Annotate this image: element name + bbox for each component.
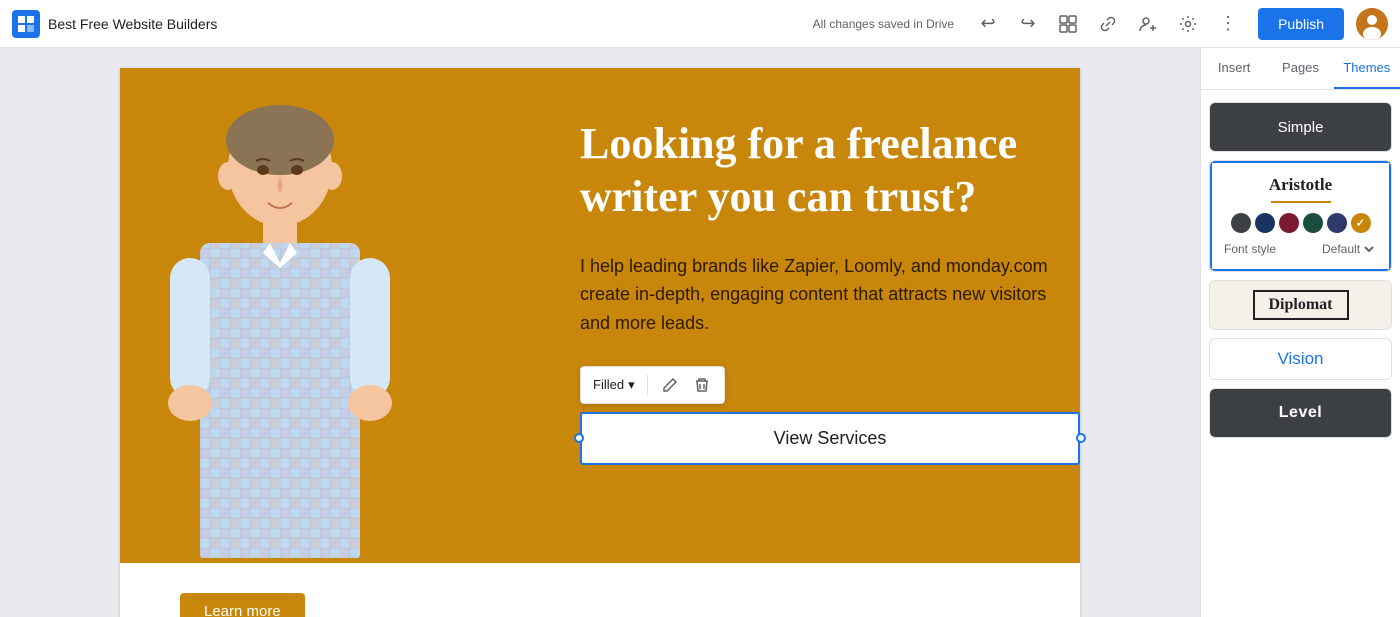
color-dot-amber[interactable] xyxy=(1351,213,1371,233)
theme-card-simple[interactable]: Simple xyxy=(1209,102,1392,152)
app-logo xyxy=(12,10,40,38)
panel-tabs: Insert Pages Themes xyxy=(1201,48,1400,90)
view-services-wrapper: View Services xyxy=(580,412,1080,465)
font-style-dropdown[interactable]: Default xyxy=(1318,241,1377,257)
theme-card-diplomat[interactable]: Diplomat xyxy=(1209,280,1392,330)
theme-aristotle-label: Aristotle xyxy=(1269,175,1332,195)
layout-button[interactable] xyxy=(1050,6,1086,42)
color-dot-navy[interactable] xyxy=(1255,213,1275,233)
theme-vision-label: Vision xyxy=(1278,349,1324,369)
edit-button[interactable] xyxy=(656,371,684,399)
hero-heading: Looking for a freelance writer you can t… xyxy=(580,118,1080,224)
tab-insert[interactable]: Insert xyxy=(1201,48,1267,89)
hero-content: Looking for a freelance writer you can t… xyxy=(560,68,1120,563)
theme-card-level[interactable]: Level xyxy=(1209,388,1392,438)
settings-button[interactable] xyxy=(1170,6,1206,42)
theme-diplomat-preview: Diplomat xyxy=(1210,281,1391,329)
color-dot-green[interactable] xyxy=(1303,213,1323,233)
redo-button[interactable]: ↪ xyxy=(1010,6,1046,42)
theme-card-aristotle[interactable]: Aristotle Font style Default xyxy=(1209,160,1392,272)
font-style-label: Font style xyxy=(1224,242,1276,256)
save-status: All changes saved in Drive xyxy=(813,17,954,31)
link-button[interactable] xyxy=(1090,6,1126,42)
below-hero-section: Learn more xyxy=(120,563,1080,617)
canvas-area: Looking for a freelance writer you can t… xyxy=(0,48,1200,617)
theme-aristotle-preview: Aristotle Font style Default xyxy=(1210,161,1391,271)
theme-vision-preview: Vision xyxy=(1210,339,1391,379)
theme-card-vision[interactable]: Vision xyxy=(1209,338,1392,380)
button-style-select[interactable]: Filled ▾ xyxy=(589,373,639,397)
theme-level-preview: Level xyxy=(1210,389,1391,437)
right-panel: Insert Pages Themes Simple Aristotle xyxy=(1200,48,1400,617)
hero-image-area xyxy=(120,68,560,563)
color-dot-dark[interactable] xyxy=(1231,213,1251,233)
toolbar-divider xyxy=(647,375,648,395)
theme-level-label: Level xyxy=(1279,404,1322,422)
theme-simple-preview: Simple xyxy=(1210,103,1391,151)
button-toolbar: Filled ▾ xyxy=(580,366,725,404)
document-title: Best Free Website Builders xyxy=(48,16,805,32)
more-button[interactable]: ⋮ xyxy=(1210,6,1246,42)
color-dot-burgundy[interactable] xyxy=(1279,213,1299,233)
aristotle-underline xyxy=(1271,201,1331,203)
main-area: Looking for a freelance writer you can t… xyxy=(0,48,1400,617)
view-services-button[interactable]: View Services xyxy=(580,412,1080,465)
page-canvas: Looking for a freelance writer you can t… xyxy=(120,68,1080,617)
publish-button[interactable]: Publish xyxy=(1258,8,1344,40)
hero-body: I help leading brands like Zapier, Looml… xyxy=(580,252,1080,338)
person-image xyxy=(120,68,440,558)
learn-more-button[interactable]: Learn more xyxy=(180,593,305,617)
chevron-down-icon: ▾ xyxy=(628,377,635,393)
toolbar-actions: ↩ ↪ xyxy=(970,6,1388,42)
hero-section: Looking for a freelance writer you can t… xyxy=(120,68,1080,563)
avatar[interactable] xyxy=(1356,8,1388,40)
diplomat-label: Diplomat xyxy=(1253,290,1349,320)
theme-simple-label: Simple xyxy=(1278,119,1324,136)
btn-handle-right[interactable] xyxy=(1076,433,1086,443)
topbar: Best Free Website Builders All changes s… xyxy=(0,0,1400,48)
tab-themes[interactable]: Themes xyxy=(1334,48,1400,89)
delete-button[interactable] xyxy=(688,371,716,399)
add-person-button[interactable] xyxy=(1130,6,1166,42)
undo-button[interactable]: ↩ xyxy=(970,6,1006,42)
tab-pages[interactable]: Pages xyxy=(1267,48,1333,89)
color-dot-blue[interactable] xyxy=(1327,213,1347,233)
font-style-row: Font style Default xyxy=(1224,241,1377,257)
color-dots xyxy=(1231,213,1371,233)
panel-content: Simple Aristotle xyxy=(1201,90,1400,617)
btn-handle-left[interactable] xyxy=(574,433,584,443)
